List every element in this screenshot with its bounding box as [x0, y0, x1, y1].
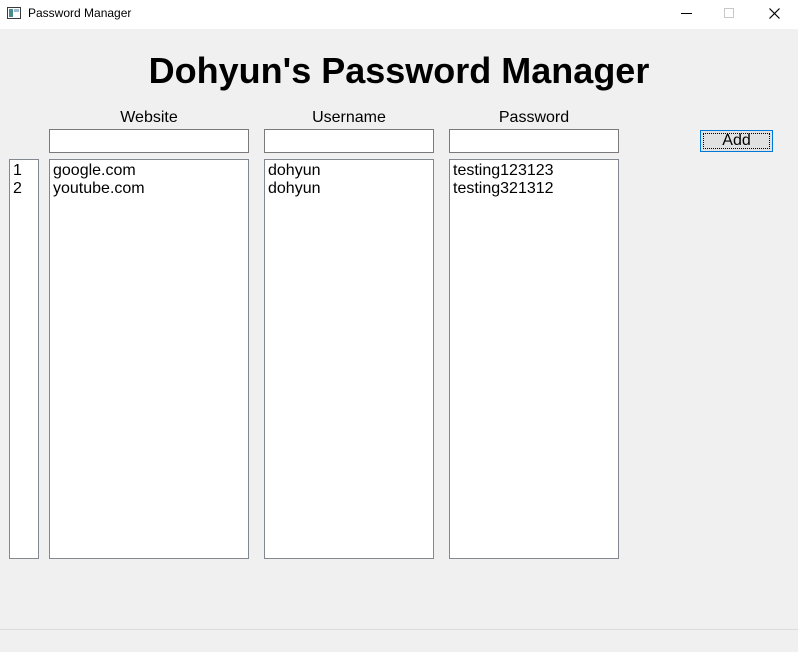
list-item[interactable]: dohyun: [268, 180, 430, 198]
page-title: Dohyun's Password Manager: [148, 50, 650, 91]
username-input[interactable]: [264, 129, 434, 153]
password-input[interactable]: [449, 129, 619, 153]
close-button[interactable]: [752, 0, 798, 29]
add-button[interactable]: Add: [700, 130, 773, 152]
password-manager-window: Password Manager Dohyun's Password Manag…: [0, 0, 798, 652]
username-column-label: Username: [312, 109, 386, 126]
website-column-label: Website: [120, 109, 178, 126]
maximize-icon: [724, 8, 734, 18]
list-item[interactable]: testing123123: [453, 162, 615, 180]
list-item[interactable]: 1: [13, 162, 35, 180]
minimize-button[interactable]: [664, 0, 710, 29]
list-item[interactable]: dohyun: [268, 162, 430, 180]
username-listbox[interactable]: dohyun dohyun: [264, 159, 434, 559]
list-item[interactable]: google.com: [53, 162, 245, 180]
maximize-button[interactable]: [707, 0, 753, 29]
password-listbox[interactable]: testing123123 testing321312: [449, 159, 619, 559]
add-button-label: Add: [722, 132, 751, 149]
bottom-divider: [0, 629, 798, 630]
window-title: Password Manager: [28, 6, 132, 20]
website-listbox[interactable]: google.com youtube.com: [49, 159, 249, 559]
website-input[interactable]: [49, 129, 249, 153]
list-item[interactable]: youtube.com: [53, 180, 245, 198]
list-item[interactable]: testing321312: [453, 180, 615, 198]
close-icon: [769, 8, 780, 19]
title-bar[interactable]: Password Manager: [0, 0, 798, 29]
index-listbox[interactable]: 1 2: [9, 159, 39, 559]
list-item[interactable]: 2: [13, 180, 35, 198]
minimize-icon: [681, 13, 692, 14]
password-column-label: Password: [498, 109, 570, 126]
app-window-icon: [7, 7, 21, 19]
